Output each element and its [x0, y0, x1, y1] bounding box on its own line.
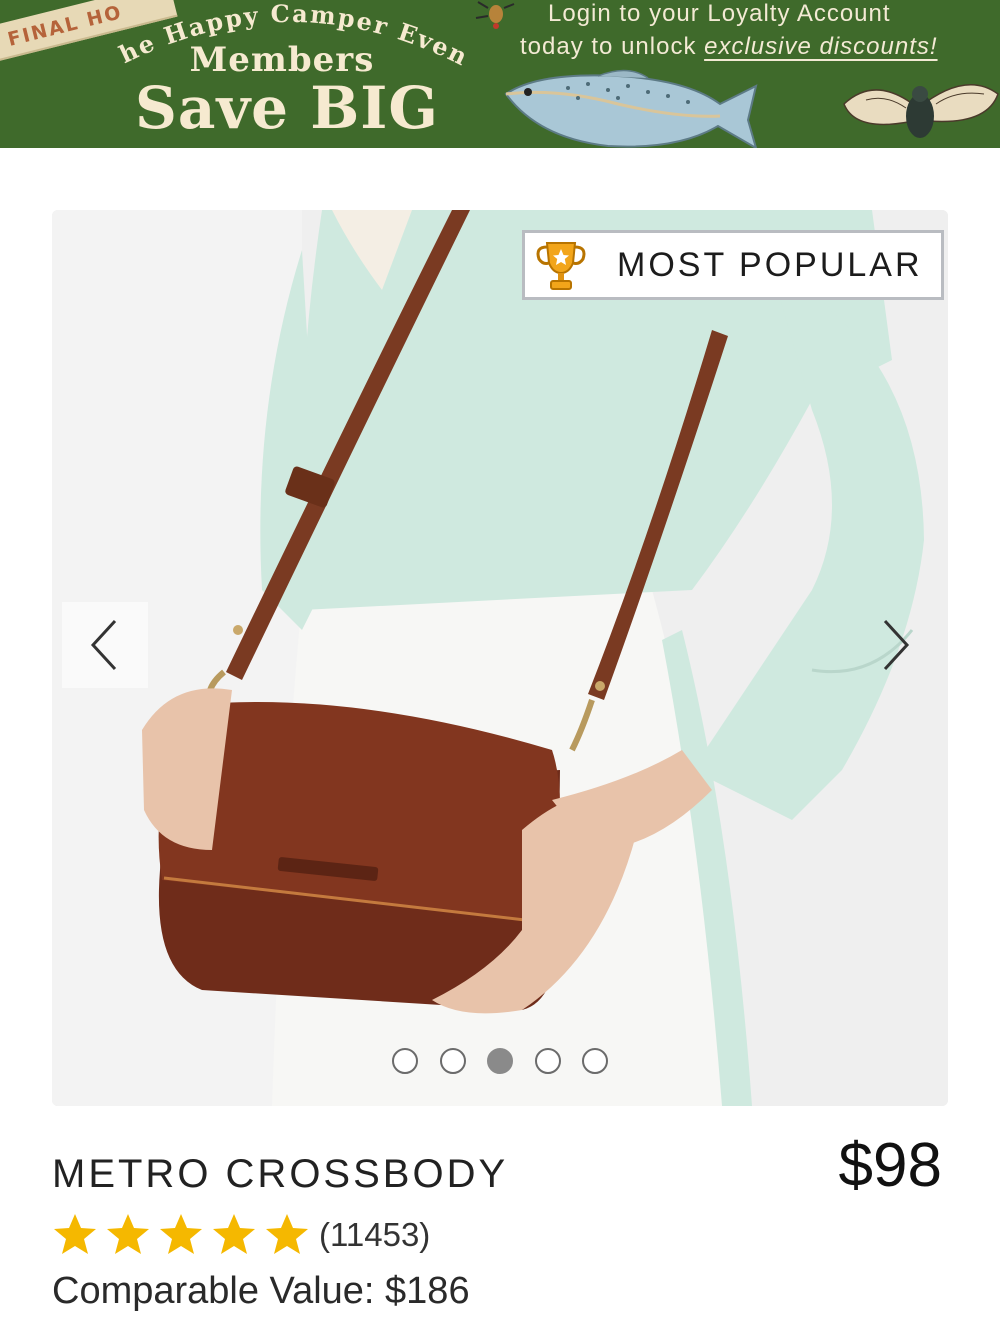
product-price: $98 [838, 1131, 942, 1200]
chevron-left-icon [90, 619, 117, 671]
exclusive-discounts-link[interactable]: exclusive discounts! [704, 33, 937, 60]
product-rating[interactable]: (11453) [52, 1212, 430, 1258]
star-icon [266, 1214, 308, 1254]
previous-image-button[interactable] [62, 602, 148, 688]
slide-dot-2[interactable] [439, 1048, 466, 1074]
promo-banner[interactable]: FINAL HO The Happy Camper Event Members … [0, 0, 1000, 148]
comparable-value: Comparable Value: $186 [52, 1270, 470, 1312]
slide-indicator [392, 1048, 608, 1078]
slide-dot-5[interactable] [582, 1048, 608, 1074]
trophy-icon [536, 242, 586, 290]
star-icon [54, 1214, 96, 1254]
slide-dot-1[interactable] [392, 1048, 418, 1074]
save-big-heading: Save BIG [135, 74, 439, 142]
product-title: METRO CROSSBODY [52, 1152, 509, 1196]
star-icon [213, 1214, 255, 1254]
review-count-link[interactable]: (11453) [319, 1216, 430, 1254]
product-image-gallery[interactable]: MOST POPULAR [52, 210, 948, 1106]
slide-dot-4[interactable] [534, 1048, 561, 1074]
star-icon [107, 1214, 149, 1254]
beetle-illustration-icon [475, 1, 515, 29]
next-image-button[interactable] [852, 602, 938, 688]
chevron-right-icon [883, 619, 910, 671]
most-popular-badge: MOST POPULAR [522, 230, 944, 300]
product-photo [52, 210, 948, 1106]
trout-illustration-icon [504, 69, 758, 148]
star-rating [52, 1212, 317, 1258]
moth-illustration-icon [843, 83, 999, 138]
slide-dot-3[interactable] [487, 1048, 513, 1074]
most-popular-label: MOST POPULAR [617, 245, 923, 284]
loyalty-unlock-text: today to unlock exclusive discounts! [520, 33, 938, 61]
star-icon [160, 1214, 202, 1254]
loyalty-unlock-prefix: today to unlock [520, 33, 705, 60]
loyalty-login-text: Login to your Loyalty Account [548, 0, 891, 27]
